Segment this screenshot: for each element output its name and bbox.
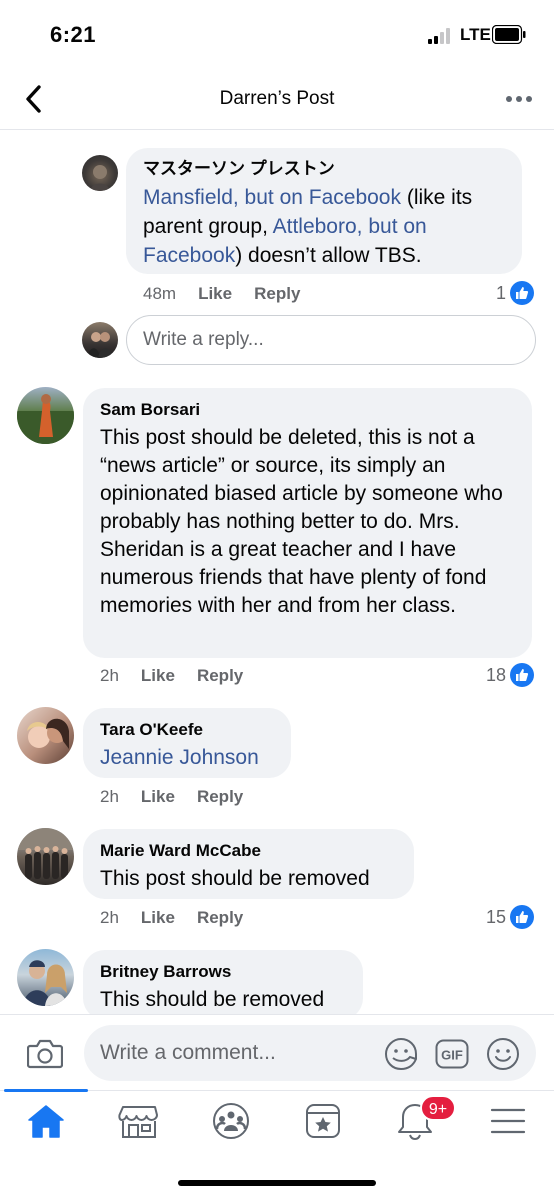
cellular-signal-icon: [428, 28, 454, 44]
events-icon[interactable]: [301, 1101, 345, 1141]
like-button[interactable]: Like: [141, 666, 175, 685]
reply-button[interactable]: Reply: [197, 787, 243, 806]
mention-link[interactable]: Jeannie Johnson: [100, 744, 274, 772]
like-button[interactable]: Like: [198, 284, 232, 303]
comment-placeholder: Write a comment...: [100, 1041, 276, 1064]
comment-author[interactable]: Tara O'Keefe: [100, 719, 274, 741]
like-button[interactable]: Like: [141, 908, 175, 927]
comment-author[interactable]: Britney Barrows: [100, 961, 346, 983]
reaction-count[interactable]: 18: [486, 663, 535, 687]
home-icon[interactable]: [24, 1101, 68, 1141]
comment-actions: 2h Like Reply: [100, 787, 265, 807]
reply-button[interactable]: Reply: [254, 284, 300, 303]
gif-icon[interactable]: GIF: [435, 1039, 469, 1069]
thumbs-up-icon: [510, 663, 535, 687]
comment-input[interactable]: Write a comment... GIF: [84, 1025, 536, 1081]
avatar[interactable]: [17, 387, 74, 444]
marketplace-icon[interactable]: [117, 1101, 161, 1141]
reply-input[interactable]: Write a reply...: [126, 315, 536, 365]
reply-button[interactable]: Reply: [197, 666, 243, 685]
avatar[interactable]: [17, 949, 74, 1006]
page-title: Darren’s Post: [219, 88, 335, 109]
like-button[interactable]: Like: [141, 787, 175, 806]
home-indicator: [178, 1180, 376, 1186]
comment-time: 2h: [100, 666, 119, 685]
sticker-icon[interactable]: [384, 1037, 418, 1071]
comment-bubble: マスターソン プレストン Mansfield, but on Facebook …: [126, 148, 522, 274]
active-tab-indicator: [4, 1089, 88, 1092]
comment-text: This should be removed: [100, 988, 325, 1011]
comment-author[interactable]: Marie Ward McCabe: [100, 840, 397, 862]
group-link[interactable]: Mansfield, but on Facebook: [143, 186, 401, 209]
more-options-icon[interactable]: [504, 86, 534, 110]
camera-icon[interactable]: [27, 1037, 63, 1069]
current-user-avatar: [82, 322, 118, 358]
reaction-count[interactable]: 15: [486, 905, 535, 929]
nav-header: Darren’s Post: [0, 70, 554, 130]
comment-actions: 2h Like Reply: [100, 908, 265, 928]
comment-author[interactable]: Sam Borsari: [100, 399, 515, 421]
thumbs-up-icon: [510, 905, 535, 929]
svg-text:GIF: GIF: [441, 1048, 463, 1063]
menu-icon[interactable]: [486, 1101, 530, 1141]
network-type: LTE: [460, 25, 491, 44]
comment-text: Mansfield, but on Facebook (like its par…: [143, 186, 473, 267]
comment-bubble: Marie Ward McCabe This post should be re…: [83, 829, 414, 899]
comment-time: 48m: [143, 284, 177, 303]
comment-text: This post should be removed: [100, 867, 370, 890]
avatar[interactable]: [17, 828, 74, 885]
reply-button[interactable]: Reply: [197, 908, 243, 927]
comment-actions: 48m Like Reply: [143, 284, 322, 304]
comment-bubble: Sam Borsari This post should be deleted,…: [83, 388, 532, 658]
notifications-badge: 9+: [420, 1095, 456, 1121]
avatar[interactable]: [17, 707, 74, 764]
reply-placeholder: Write a reply...: [143, 329, 264, 350]
comment-time: 2h: [100, 787, 119, 806]
status-time: 6:21: [50, 22, 97, 47]
comment-actions: 2h Like Reply: [100, 666, 265, 686]
comment-bubble: Tara O'Keefe Jeannie Johnson: [83, 708, 291, 778]
status-bar: 6:21 LTE: [0, 0, 554, 70]
comment-time: 2h: [100, 908, 119, 927]
reaction-count[interactable]: 1: [496, 281, 535, 305]
comment-composer: Write a comment... GIF: [0, 1014, 554, 1090]
comment-author[interactable]: マスターソン プレストン: [143, 158, 505, 180]
battery-icon: [492, 25, 526, 44]
emoji-icon[interactable]: [486, 1037, 520, 1071]
thumbs-up-icon: [510, 281, 535, 305]
comment-text: This post should be deleted, this is not…: [100, 426, 503, 617]
groups-icon[interactable]: [209, 1101, 253, 1141]
comment-bubble: Britney Barrows This should be removed: [83, 950, 363, 1020]
avatar[interactable]: [82, 155, 118, 191]
